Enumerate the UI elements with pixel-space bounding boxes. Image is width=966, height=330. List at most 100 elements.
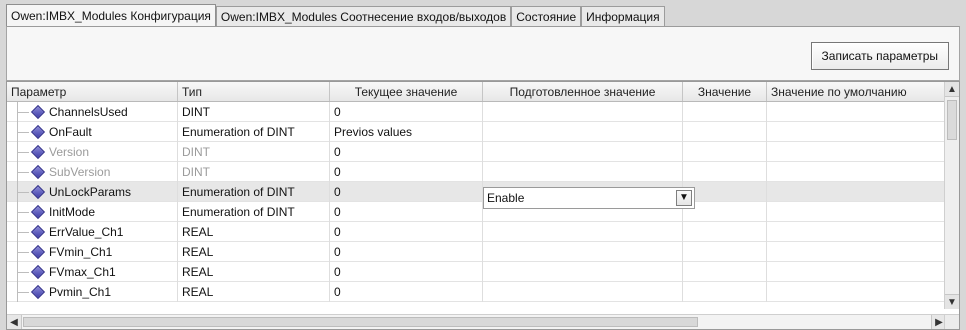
- default-value-cell: [767, 281, 946, 302]
- value-cell: [683, 241, 767, 262]
- grid-rows: ChannelsUsed DINT 0 OnFault Enumeration …: [7, 102, 946, 309]
- parameter-cell: UnLockParams: [7, 181, 178, 202]
- header-default-value-label: Значение по умолчанию: [771, 84, 907, 99]
- horizontal-scrollbar[interactable]: ◀ ▶: [7, 314, 946, 329]
- parameter-name: FVmax_Ch1: [49, 264, 116, 279]
- header-current-value-label: Текущее значение: [354, 84, 458, 99]
- header-prepared-value[interactable]: Подготовленное значение: [483, 82, 683, 101]
- parameter-icon: [30, 184, 46, 199]
- default-value-cell: [767, 261, 946, 282]
- write-parameters-label: Записать параметры: [821, 49, 938, 63]
- dropdown-selected-value: Enable: [487, 191, 525, 205]
- tab-configuration[interactable]: Owen:IMBX_Modules Конфигурация: [6, 4, 216, 26]
- default-value-cell: [767, 161, 946, 182]
- header-prepared-value-label: Подготовленное значение: [509, 84, 656, 99]
- default-value-cell: [767, 241, 946, 262]
- parameter-name: SubVersion: [49, 164, 111, 179]
- type-cell: REAL: [178, 261, 330, 282]
- parameter-cell: Version: [7, 141, 178, 162]
- header-parameter[interactable]: Параметр: [7, 82, 178, 101]
- scroll-up-icon[interactable]: ▲: [945, 82, 959, 97]
- type-value: REAL: [182, 244, 214, 259]
- table-row[interactable]: OnFault Enumeration of DINT Previos valu…: [7, 121, 946, 142]
- tab-configuration-label: Owen:IMBX_Modules Конфигурация: [11, 8, 211, 23]
- scroll-left-icon[interactable]: ◀: [7, 315, 22, 329]
- table-row[interactable]: Pvmin_Ch1 REAL 0: [7, 281, 946, 302]
- current-value-cell: Previos values: [330, 121, 483, 142]
- type-cell: DINT: [178, 102, 330, 122]
- tree-connector-icon: [7, 181, 33, 202]
- tree-connector-icon: [7, 241, 33, 262]
- current-value: 0: [334, 204, 341, 219]
- tab-io-mapping-label: Owen:IMBX_Modules Соотнесение входов/вых…: [220, 9, 507, 24]
- header-default-value[interactable]: Значение по умолчанию: [767, 82, 946, 101]
- parameter-name: OnFault: [49, 124, 92, 139]
- prepared-value-cell[interactable]: [483, 161, 683, 182]
- parameter-name: UnLockParams: [49, 184, 132, 199]
- vertical-scroll-thumb[interactable]: [947, 100, 957, 140]
- header-type[interactable]: Тип: [178, 82, 330, 101]
- prepared-value-cell[interactable]: [483, 221, 683, 242]
- prepared-value-cell[interactable]: [483, 241, 683, 262]
- prepared-value-cell[interactable]: [483, 121, 683, 142]
- tree-connector-icon: [7, 261, 33, 282]
- prepared-value-cell[interactable]: [483, 281, 683, 302]
- parameter-name: Version: [49, 144, 90, 159]
- write-parameters-button[interactable]: Записать параметры: [810, 42, 949, 70]
- type-value: Enumeration of DINT: [182, 124, 295, 139]
- current-value-cell: 0: [330, 221, 483, 242]
- default-value-cell: [767, 181, 946, 202]
- header-type-label: Тип: [182, 84, 203, 99]
- tab-information[interactable]: Информация: [581, 6, 665, 26]
- tree-connector-icon: [7, 201, 33, 222]
- tab-io-mapping[interactable]: Owen:IMBX_Modules Соотнесение входов/вых…: [215, 6, 512, 26]
- parameter-icon: [30, 204, 46, 219]
- tab-status-label: Состояние: [516, 9, 577, 24]
- table-row[interactable]: Version DINT 0: [7, 141, 946, 162]
- type-value: REAL: [182, 264, 214, 279]
- prepared-value-cell[interactable]: [483, 102, 683, 122]
- default-value-cell: [767, 221, 946, 242]
- tree-connector-icon: [7, 141, 33, 162]
- prepared-value-cell[interactable]: [483, 141, 683, 162]
- table-row[interactable]: SubVersion DINT 0: [7, 161, 946, 182]
- toolbar-panel: Записать параметры: [6, 26, 960, 81]
- parameter-cell: ErrValue_Ch1: [7, 221, 178, 242]
- parameter-icon: [30, 124, 46, 139]
- parameter-cell: ChannelsUsed: [7, 102, 178, 122]
- type-cell: REAL: [178, 281, 330, 302]
- parameter-icon: [30, 264, 46, 279]
- table-row[interactable]: FVmin_Ch1 REAL 0: [7, 241, 946, 262]
- tree-connector-icon: [7, 121, 33, 142]
- table-row[interactable]: ErrValue_Ch1 REAL 0: [7, 221, 946, 242]
- current-value-cell: 0: [330, 141, 483, 162]
- vertical-scrollbar[interactable]: ▲ ▼: [944, 82, 959, 309]
- dropdown-arrow-icon[interactable]: ▼: [676, 190, 692, 206]
- header-value[interactable]: Значение: [683, 82, 767, 101]
- header-parameter-label: Параметр: [11, 84, 67, 99]
- parameter-icon: [30, 104, 46, 119]
- tree-connector-icon: [7, 281, 33, 302]
- current-value: 0: [334, 284, 341, 299]
- prepared-value-dropdown[interactable]: Enable ▼: [483, 187, 695, 209]
- horizontal-scroll-thumb[interactable]: [23, 317, 698, 327]
- type-value: REAL: [182, 284, 214, 299]
- parameter-cell: InitMode: [7, 201, 178, 222]
- scroll-down-icon[interactable]: ▼: [945, 294, 959, 309]
- default-value-cell: [767, 141, 946, 162]
- tree-connector-icon: [7, 102, 33, 122]
- value-cell: [683, 281, 767, 302]
- header-current-value[interactable]: Текущее значение: [330, 82, 483, 101]
- table-row[interactable]: InitMode Enumeration of DINT 0: [7, 201, 946, 222]
- table-row[interactable]: FVmax_Ch1 REAL 0: [7, 261, 946, 282]
- current-value: 0: [334, 144, 341, 159]
- value-cell: [683, 102, 767, 122]
- parameter-name: ChannelsUsed: [49, 104, 128, 119]
- tab-status[interactable]: Состояние: [511, 6, 582, 26]
- tab-bar: Owen:IMBX_Modules Конфигурация Owen:IMBX…: [6, 4, 665, 26]
- table-row[interactable]: ChannelsUsed DINT 0: [7, 102, 946, 122]
- current-value: 0: [334, 164, 341, 179]
- table-row[interactable]: UnLockParams Enumeration of DINT 0: [7, 181, 946, 202]
- default-value-cell: [767, 102, 946, 122]
- prepared-value-cell[interactable]: [483, 261, 683, 282]
